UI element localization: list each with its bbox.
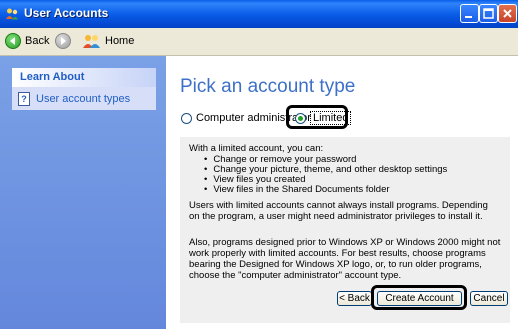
sidebar: Learn About ? User account types <box>0 56 166 329</box>
minimize-button[interactable] <box>460 4 479 23</box>
create-account-button[interactable]: Create Account <box>377 291 462 306</box>
home-users-icon <box>83 35 100 48</box>
learn-about-title: Learn About <box>12 68 156 87</box>
user-accounts-icon <box>6 8 18 20</box>
page-title: Pick an account type <box>180 76 356 97</box>
title-bar: User Accounts <box>0 0 518 28</box>
main-content: Pick an account type Computer administra… <box>166 56 518 329</box>
forward-arrow-icon <box>55 33 71 49</box>
radio-limited[interactable]: Limited <box>295 110 352 126</box>
list-item: View files in the Shared Documents folde… <box>204 185 447 195</box>
home-button[interactable]: Home <box>82 32 134 50</box>
back-button[interactable]: < Back <box>337 291 372 306</box>
minimize-icon <box>465 16 472 18</box>
install-note: Users with limited accounts cannot alway… <box>189 200 488 222</box>
radio-button-selected[interactable] <box>295 112 306 124</box>
sidebar-item-label: User account types <box>36 93 131 105</box>
home-label: Home <box>105 35 135 47</box>
window-title: User Accounts <box>24 6 109 20</box>
close-icon <box>503 9 512 18</box>
help-icon: ? <box>18 92 30 106</box>
back-nav-button[interactable]: Back <box>5 32 49 50</box>
maximize-button[interactable] <box>479 4 498 23</box>
learn-about-panel: Learn About ? User account types <box>12 68 156 110</box>
back-arrow-icon <box>5 33 21 49</box>
intro-text: With a limited account, you can: <box>189 143 324 154</box>
toolbar: Back Home <box>0 28 518 56</box>
cancel-button[interactable]: Cancel <box>470 291 508 306</box>
close-button[interactable] <box>498 4 517 23</box>
compatibility-note: Also, programs designed prior to Windows… <box>189 237 501 281</box>
back-label: Back <box>25 35 50 47</box>
forward-nav-button[interactable] <box>55 32 71 50</box>
maximize-icon <box>483 8 494 19</box>
capabilities-list: Change or remove your password Change yo… <box>204 155 447 195</box>
sidebar-item-user-account-types[interactable]: ? User account types <box>18 91 130 107</box>
radio-button[interactable] <box>181 112 192 124</box>
radio-label: Limited <box>310 111 352 125</box>
